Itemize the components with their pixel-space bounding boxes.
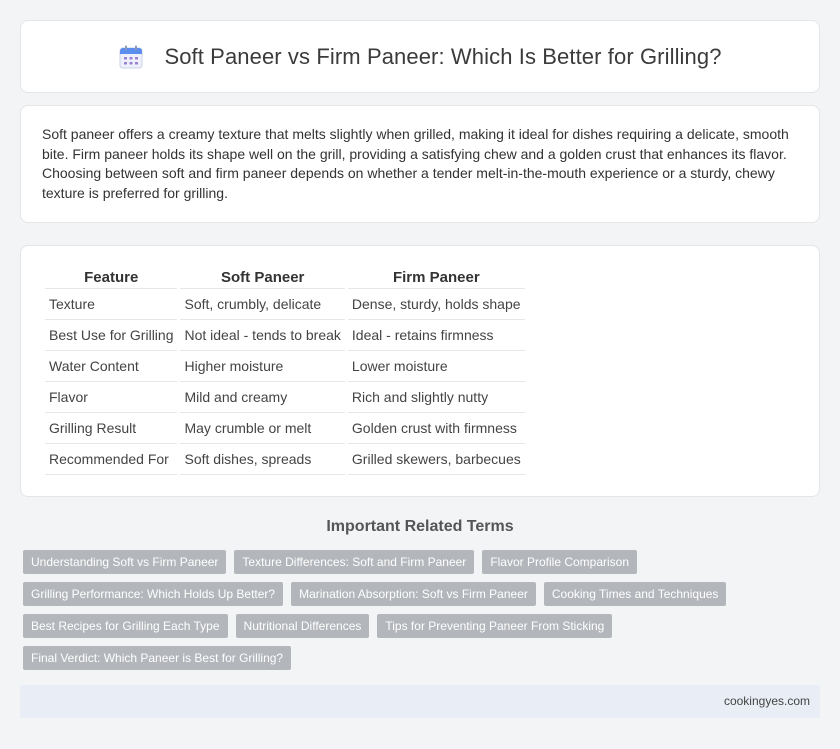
table-cell: Golden crust with firmness — [347, 413, 525, 444]
table-cell: Rich and slightly nutty — [347, 382, 525, 413]
table-cell: Mild and creamy — [180, 382, 345, 413]
table-cell: Flavor — [45, 382, 178, 413]
table-cell: Ideal - retains firmness — [347, 320, 525, 351]
related-term-tag[interactable]: Final Verdict: Which Paneer is Best for … — [23, 646, 292, 670]
table-cell: Grilled skewers, barbecues — [347, 444, 525, 475]
table-row: Recommended For Soft dishes, spreads Gri… — [45, 444, 525, 475]
footer: cookingyes.com — [20, 685, 820, 718]
related-term-tag[interactable]: Texture Differences: Soft and Firm Panee… — [234, 550, 475, 574]
related-term-tag[interactable]: Marination Absorption: Soft vs Firm Pane… — [291, 582, 536, 606]
comparison-card: Feature Soft Paneer Firm Paneer Texture … — [20, 245, 820, 497]
comparison-table: Feature Soft Paneer Firm Paneer Texture … — [42, 265, 528, 475]
table-cell: Higher moisture — [180, 351, 345, 382]
page-title: Soft Paneer vs Firm Paneer: Which Is Bet… — [164, 43, 722, 69]
table-cell: Recommended For — [45, 444, 178, 475]
table-row: Texture Soft, crumbly, delicate Dense, s… — [45, 289, 525, 320]
calendar-icon — [119, 45, 143, 68]
table-cell: Lower moisture — [347, 351, 525, 382]
related-terms-list: Understanding Soft vs Firm Paneer Textur… — [23, 550, 823, 678]
table-row: Water Content Higher moisture Lower mois… — [45, 351, 525, 382]
table-cell: Grilling Result — [45, 413, 178, 444]
header: Soft Paneer vs Firm Paneer: Which Is Bet… — [118, 44, 721, 70]
table-cell: Not ideal - tends to break — [180, 320, 345, 351]
table-cell: May crumble or melt — [180, 413, 345, 444]
header-card: Soft Paneer vs Firm Paneer: Which Is Bet… — [20, 20, 820, 93]
table-cell: Dense, sturdy, holds shape — [347, 289, 525, 320]
table-cell: Water Content — [45, 351, 178, 382]
intro-paragraph: Soft paneer offers a creamy texture that… — [42, 126, 789, 201]
related-term-tag[interactable]: Best Recipes for Grilling Each Type — [23, 614, 228, 638]
intro-card: Soft paneer offers a creamy texture that… — [20, 105, 820, 223]
related-term-tag[interactable]: Tips for Preventing Paneer From Sticking — [377, 614, 613, 638]
column-header-firm-paneer: Firm Paneer — [347, 265, 525, 289]
related-term-tag[interactable]: Nutritional Differences — [235, 614, 370, 638]
related-term-tag[interactable]: Grilling Performance: Which Holds Up Bet… — [23, 582, 284, 606]
table-row: Flavor Mild and creamy Rich and slightly… — [45, 382, 525, 413]
related-term-tag[interactable]: Flavor Profile Comparison — [482, 550, 638, 574]
table-row: Best Use for Grilling Not ideal - tends … — [45, 320, 525, 351]
table-cell: Soft dishes, spreads — [180, 444, 345, 475]
table-cell: Soft, crumbly, delicate — [180, 289, 345, 320]
table-cell: Best Use for Grilling — [45, 320, 178, 351]
column-header-feature: Feature — [45, 265, 178, 289]
related-terms-title: Important Related Terms — [326, 518, 514, 535]
footer-site-name[interactable]: cookingyes.com — [724, 694, 810, 708]
related-term-tag[interactable]: Cooking Times and Techniques — [543, 582, 727, 606]
related-term-tag[interactable]: Understanding Soft vs Firm Paneer — [23, 550, 227, 574]
table-row: Grilling Result May crumble or melt Gold… — [45, 413, 525, 444]
column-header-soft-paneer: Soft Paneer — [180, 265, 345, 289]
table-cell: Texture — [45, 289, 178, 320]
table-header-row: Feature Soft Paneer Firm Paneer — [45, 265, 525, 289]
